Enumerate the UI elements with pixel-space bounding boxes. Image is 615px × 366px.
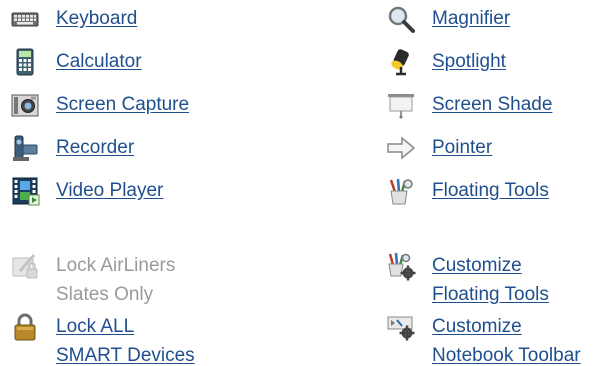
video-player-link[interactable]: Video Player [56,176,163,205]
magnifier-link[interactable]: Magnifier [432,4,510,33]
keyboard-link[interactable]: Keyboard [56,4,137,33]
customize-notebook-toolbar-link-line1[interactable]: Customize [432,312,581,341]
camera-icon [10,90,40,120]
padlock-icon [10,312,40,342]
pen-cup-gear-icon [386,251,416,281]
customize-floating-tools-link-line2[interactable]: Floating Tools [432,280,549,309]
screen-shade-link[interactable]: Screen Shade [432,90,552,119]
screen-shade-icon [386,90,416,120]
floating-tools-link[interactable]: Floating Tools [432,176,549,205]
keyboard-item[interactable]: Keyboard [10,4,137,34]
recorder-link[interactable]: Recorder [56,133,134,162]
spotlight-link[interactable]: Spotlight [432,47,506,76]
toolbar-gear-icon [386,312,416,342]
video-camera-icon [10,133,40,163]
arrow-icon [386,133,416,163]
lock-all-link-line2[interactable]: SMART Devices [56,341,195,366]
lock-all-link-line1[interactable]: Lock ALL [56,312,195,341]
calculator-icon [10,47,40,77]
screen-capture-link[interactable]: Screen Capture [56,90,189,119]
customize-floating-tools-item[interactable]: Customize Floating Tools [386,251,549,309]
film-strip-icon [10,176,40,206]
video-player-item[interactable]: Video Player [10,176,163,206]
lock-airliners-label-line2: Slates Only [56,284,154,305]
customize-notebook-toolbar-item[interactable]: Customize Notebook Toolbar [386,312,581,366]
customize-notebook-toolbar-link-line2[interactable]: Notebook Toolbar [432,341,581,366]
spotlight-item[interactable]: Spotlight [386,47,506,77]
lock-all-item[interactable]: Lock ALL SMART Devices [10,312,195,366]
pointer-link[interactable]: Pointer [432,133,492,162]
floating-tools-item[interactable]: Floating Tools [386,176,549,206]
slate-lock-icon [10,251,40,281]
spotlight-icon [386,47,416,77]
magnifier-icon [386,4,416,34]
pointer-item[interactable]: Pointer [386,133,492,163]
lock-airliners-label-line1: Lock AirLiners [56,255,176,276]
screen-shade-item[interactable]: Screen Shade [386,90,552,120]
screen-capture-item[interactable]: Screen Capture [10,90,189,120]
keyboard-icon [10,4,40,34]
calculator-link[interactable]: Calculator [56,47,142,76]
customize-floating-tools-link-line1[interactable]: Customize [432,251,549,280]
calculator-item[interactable]: Calculator [10,47,142,77]
recorder-item[interactable]: Recorder [10,133,134,163]
pen-cup-icon [386,176,416,206]
magnifier-item[interactable]: Magnifier [386,4,510,34]
lock-airliners-item: Lock AirLiners Slates Only [10,251,175,309]
